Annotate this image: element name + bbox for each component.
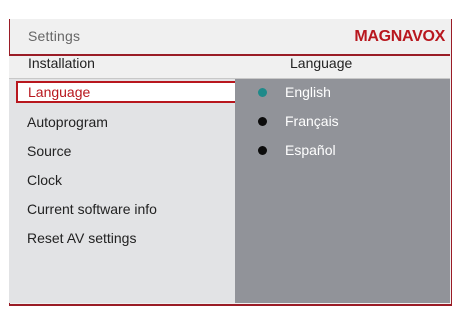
menu-item-label: Autoprogram xyxy=(27,114,108,130)
installation-menu: Language Autoprogram Source Clock Curren… xyxy=(9,79,250,303)
left-panel-title: Installation xyxy=(28,55,95,71)
breadcrumb: Settings xyxy=(28,28,81,44)
menu-item-label: Clock xyxy=(27,172,63,188)
language-option-label: Français xyxy=(285,113,339,129)
menu-item-clock[interactable]: Clock xyxy=(9,169,235,191)
language-options-panel: English Français Español xyxy=(235,79,450,303)
language-option-francais[interactable]: Français xyxy=(235,111,450,131)
menu-item-label: Language xyxy=(28,84,91,100)
language-option-english[interactable]: English xyxy=(235,82,450,102)
menu-item-label: Reset AV settings xyxy=(27,230,137,246)
menu-item-source[interactable]: Source xyxy=(9,140,235,162)
menu-item-label: Current software info xyxy=(27,201,157,217)
menu-item-current-software-info[interactable]: Current software info xyxy=(9,198,235,220)
language-option-espanol[interactable]: Español xyxy=(235,140,450,160)
language-option-label: English xyxy=(285,84,331,100)
brand-logo: MAGNAVOX xyxy=(354,28,445,45)
language-option-label: Español xyxy=(285,142,336,158)
menu-item-autoprogram[interactable]: Autoprogram xyxy=(9,111,235,133)
radio-icon xyxy=(258,117,267,126)
menu-item-language[interactable]: Language xyxy=(16,81,250,103)
right-panel-title: Language xyxy=(290,55,353,71)
menu-item-label: Source xyxy=(27,143,72,159)
menu-item-reset-av-settings[interactable]: Reset AV settings xyxy=(9,227,235,249)
radio-icon xyxy=(258,146,267,155)
selected-radio-icon xyxy=(258,88,267,97)
